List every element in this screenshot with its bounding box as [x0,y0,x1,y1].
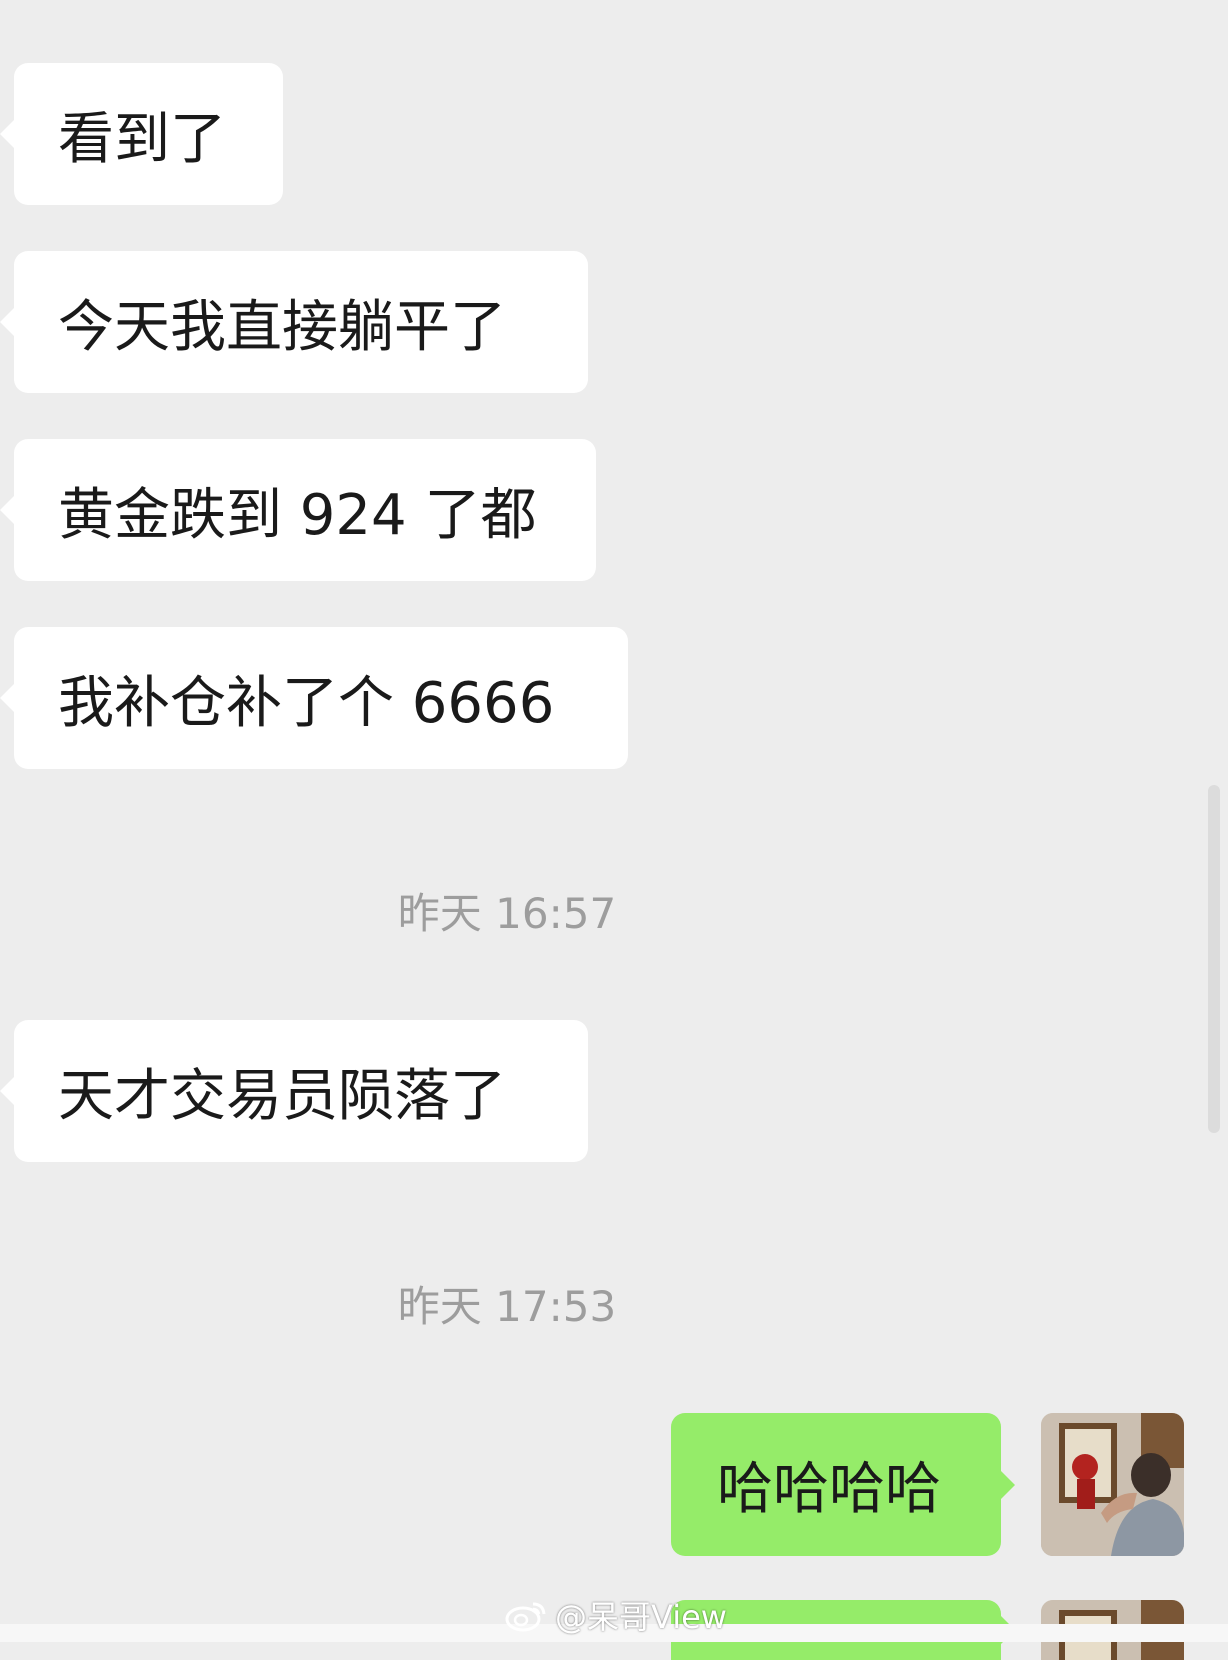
message-text: 天才交易员陨落了 [58,1063,506,1129]
message-bubble-incoming[interactable]: 我补仓补了个 6666 [0,627,628,769]
timestamp: 昨天 16:57 [397,889,617,938]
message-text: 今天我直接躺平了 [58,294,506,360]
watermark: @呆哥View [505,1592,727,1638]
message-bubble-outgoing[interactable]: 哈哈哈哈 [671,1413,1015,1556]
scrollbar[interactable] [1208,785,1220,1133]
avatar-photo [1041,1413,1184,1556]
message-text: 看到了 [58,106,226,172]
weibo-icon [505,1602,546,1632]
avatar[interactable] [1041,1413,1184,1556]
message-bubble-incoming[interactable]: 黄金跌到 924 了都 [0,439,596,581]
message-text: 哈哈哈哈 [717,1457,941,1522]
watermark-text: @呆哥View [555,1598,727,1636]
message-text: 黄金跌到 924 了都 [58,482,537,548]
message-text: 我补仓补了个 6666 [58,670,555,736]
timestamp: 昨天 17:53 [397,1282,617,1331]
message-bubble-incoming[interactable]: 今天我直接躺平了 [0,251,588,393]
message-bubble-incoming[interactable]: 天才交易员陨落了 [0,1020,588,1162]
message-bubble-incoming[interactable]: 看到了 [0,63,283,205]
